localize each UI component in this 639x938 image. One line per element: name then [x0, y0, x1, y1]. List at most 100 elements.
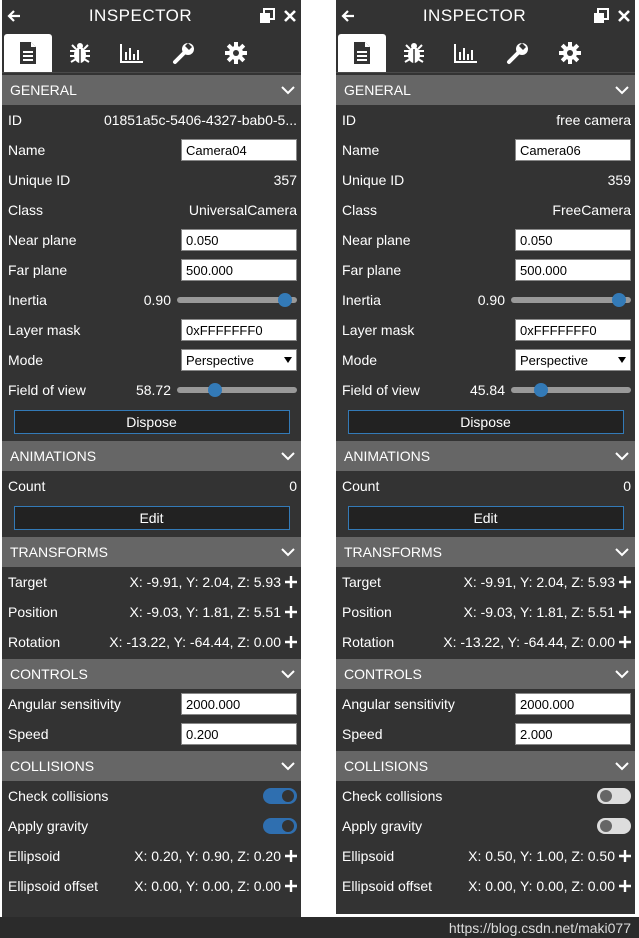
- tab-tools[interactable]: [160, 34, 208, 72]
- row-far-plane: Far plane: [336, 255, 635, 285]
- section-header-animations[interactable]: ANIMATIONS: [336, 441, 635, 471]
- edit-button[interactable]: Edit: [13, 506, 290, 530]
- back-arrow-icon[interactable]: [340, 8, 356, 24]
- unique-id-value: 357: [273, 172, 297, 188]
- inertia-slider[interactable]: [511, 293, 631, 307]
- label: Field of view: [8, 382, 86, 398]
- section-title: GENERAL: [344, 82, 411, 98]
- close-icon[interactable]: [617, 9, 631, 23]
- far-plane-input[interactable]: [181, 259, 297, 281]
- plus-icon[interactable]: [619, 606, 631, 618]
- angular-sensitivity-input[interactable]: [515, 693, 631, 715]
- label: ID: [8, 112, 22, 128]
- check-collisions-toggle[interactable]: [263, 788, 297, 804]
- plus-icon[interactable]: [285, 850, 297, 862]
- tab-tools[interactable]: [494, 34, 542, 72]
- section-header-collisions[interactable]: COLLISIONS: [2, 751, 301, 781]
- label: Check collisions: [8, 788, 109, 804]
- dispose-button[interactable]: Dispose: [347, 410, 624, 434]
- label: Far plane: [342, 262, 402, 278]
- label: Inertia: [342, 292, 381, 308]
- speed-input[interactable]: [181, 723, 297, 745]
- row-position: Position X: -9.03, Y: 1.81, Z: 5.51: [2, 597, 301, 627]
- slider-thumb[interactable]: [278, 293, 292, 307]
- label: ID: [342, 112, 356, 128]
- chevron-down-icon: [615, 451, 629, 461]
- row-position: Position X: -9.03, Y: 1.81, Z: 5.51: [336, 597, 635, 627]
- plus-icon[interactable]: [619, 850, 631, 862]
- id-value: free camera: [556, 112, 631, 128]
- section-header-transforms[interactable]: TRANSFORMS: [336, 537, 635, 567]
- check-collisions-toggle[interactable]: [597, 788, 631, 804]
- row-angular-sensitivity: Angular sensitivity: [336, 689, 635, 719]
- angular-sensitivity-input[interactable]: [181, 693, 297, 715]
- tab-settings[interactable]: [212, 34, 260, 72]
- tab-debug[interactable]: [390, 34, 438, 72]
- near-plane-input[interactable]: [515, 229, 631, 251]
- section-header-controls[interactable]: CONTROLS: [2, 659, 301, 689]
- tab-properties[interactable]: [338, 34, 386, 72]
- section-header-transforms[interactable]: TRANSFORMS: [2, 537, 301, 567]
- fov-slider[interactable]: [177, 383, 297, 397]
- plus-icon[interactable]: [285, 606, 297, 618]
- label: Position: [342, 604, 392, 620]
- tab-properties[interactable]: [4, 34, 52, 72]
- layer-mask-input[interactable]: [181, 319, 297, 341]
- label: Rotation: [8, 634, 61, 650]
- close-icon[interactable]: [283, 9, 297, 23]
- label: Rotation: [342, 634, 395, 650]
- dispose-button[interactable]: Dispose: [13, 410, 290, 434]
- mode-select[interactable]: Perspective: [515, 349, 631, 371]
- plus-icon[interactable]: [619, 880, 631, 892]
- near-plane-input[interactable]: [181, 229, 297, 251]
- plus-icon[interactable]: [285, 880, 297, 892]
- plus-icon[interactable]: [619, 576, 631, 588]
- apply-gravity-toggle[interactable]: [263, 818, 297, 834]
- slider-thumb[interactable]: [208, 383, 223, 397]
- section-header-animations[interactable]: ANIMATIONS: [2, 441, 301, 471]
- gear-icon: [224, 41, 248, 65]
- popout-icon[interactable]: [593, 8, 609, 24]
- plus-icon[interactable]: [619, 636, 631, 648]
- inspector-title: INSPECTOR: [422, 6, 527, 25]
- name-input[interactable]: [515, 139, 631, 161]
- slider-thumb[interactable]: [612, 293, 626, 307]
- row-unique-id: Unique ID 357: [2, 165, 301, 195]
- section-title: COLLISIONS: [10, 758, 95, 774]
- row-target: Target X: -9.91, Y: 2.04, Z: 5.93: [336, 567, 635, 597]
- layer-mask-input[interactable]: [515, 319, 631, 341]
- gear-icon: [558, 41, 582, 65]
- name-input[interactable]: [181, 139, 297, 161]
- row-id: ID free camera: [336, 105, 635, 135]
- mode-select[interactable]: Perspective: [181, 349, 297, 371]
- label: Near plane: [342, 232, 411, 248]
- slider-thumb[interactable]: [534, 383, 548, 397]
- section-header-general[interactable]: GENERAL: [336, 75, 635, 105]
- apply-gravity-toggle[interactable]: [597, 818, 631, 834]
- tab-statistics[interactable]: [442, 34, 490, 72]
- inspector-titlebar: INSPECTOR: [2, 0, 301, 32]
- tab-debug[interactable]: [56, 34, 104, 72]
- plus-icon[interactable]: [285, 576, 297, 588]
- bug-icon: [402, 41, 426, 65]
- inspector-title: INSPECTOR: [88, 6, 193, 25]
- section-header-general[interactable]: GENERAL: [2, 75, 301, 105]
- row-layer-mask: Layer mask: [336, 315, 635, 345]
- speed-input[interactable]: [515, 723, 631, 745]
- tab-settings[interactable]: [546, 34, 594, 72]
- inertia-slider[interactable]: [177, 293, 297, 307]
- popout-icon[interactable]: [259, 8, 275, 24]
- bug-icon: [68, 41, 92, 65]
- section-title: GENERAL: [10, 82, 77, 98]
- section-header-controls[interactable]: CONTROLS: [336, 659, 635, 689]
- far-plane-input[interactable]: [515, 259, 631, 281]
- fov-slider[interactable]: [511, 383, 631, 397]
- label: Apply gravity: [8, 818, 89, 834]
- section-header-collisions[interactable]: COLLISIONS: [336, 751, 635, 781]
- chevron-down-icon: [281, 669, 295, 679]
- tab-statistics[interactable]: [108, 34, 156, 72]
- back-arrow-icon[interactable]: [6, 8, 22, 24]
- label: Count: [342, 478, 380, 494]
- plus-icon[interactable]: [285, 636, 297, 648]
- edit-button[interactable]: Edit: [347, 506, 624, 530]
